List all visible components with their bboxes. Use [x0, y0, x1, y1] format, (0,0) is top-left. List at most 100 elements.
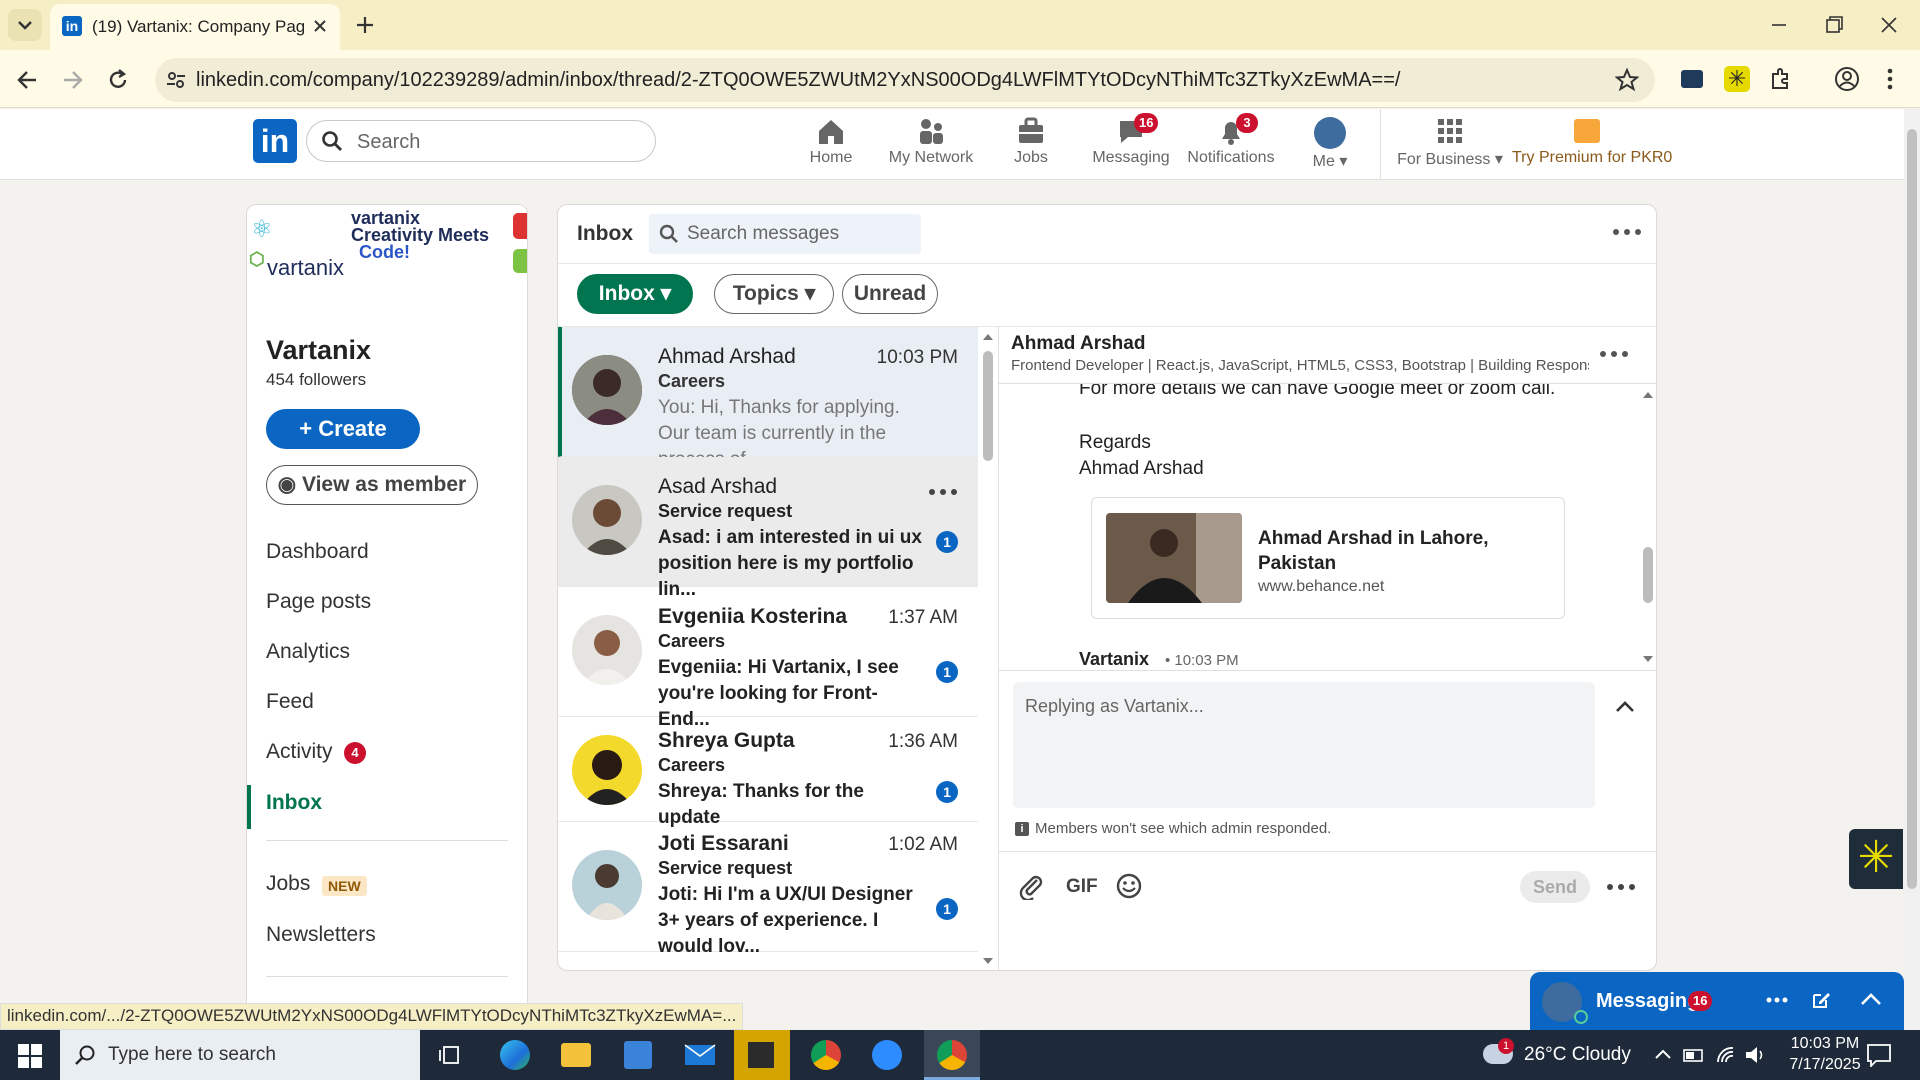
reload-icon[interactable] [105, 67, 131, 93]
zoom-app-icon[interactable] [872, 1040, 902, 1070]
notification-center-icon[interactable] [1866, 1043, 1892, 1067]
create-button[interactable]: + Create [266, 409, 420, 449]
wifi-icon[interactable] [1715, 1044, 1737, 1066]
new-tab-icon[interactable] [354, 14, 376, 36]
unread-filter-pill[interactable]: Unread [842, 274, 938, 314]
company-admin-card: ⚛ ⬡ vartanix Creativity Meets Code! vart… [246, 204, 528, 1024]
floating-spark-widget-icon[interactable]: ✳ [1849, 829, 1903, 889]
list-scrollbar-thumb[interactable] [983, 351, 993, 461]
task-view-icon[interactable] [438, 1044, 462, 1066]
menu-activity[interactable]: Activity [266, 740, 333, 764]
chevron-up-icon[interactable] [1860, 992, 1882, 1006]
scroll-up-icon[interactable] [1642, 391, 1654, 399]
more-options-icon[interactable] [1612, 227, 1642, 237]
nav-my-network[interactable]: My Network [881, 117, 981, 167]
view-as-member-button[interactable]: ◉ View as member [266, 465, 478, 505]
avatar [572, 735, 642, 805]
url-text: linkedin.com/company/102239289/admin/inb… [196, 69, 1401, 91]
more-options-icon[interactable] [1599, 349, 1629, 359]
restore-icon[interactable] [1823, 14, 1845, 36]
topics-filter-pill[interactable]: Topics ▾ [714, 274, 834, 314]
more-options-icon[interactable] [1606, 882, 1636, 892]
menu-inbox[interactable]: Inbox [266, 791, 322, 815]
bookmark-star-icon[interactable] [1615, 68, 1639, 92]
store-app-icon[interactable] [624, 1041, 652, 1069]
taskbar-search-box[interactable]: Type here to search [60, 1030, 420, 1080]
conversation-item[interactable]: Asad Arshad Service request Asad: i am i… [558, 457, 978, 600]
more-options-icon[interactable] [1766, 996, 1788, 1004]
conversation-item[interactable]: Evgeniia Kosterina 1:37 AM Careers Evgen… [558, 587, 978, 730]
conversation-item[interactable]: Shreya Gupta 1:36 AM Careers Shreya: Tha… [558, 717, 978, 828]
menu-newsletters[interactable]: Newsletters [266, 923, 376, 947]
nav-home[interactable]: Home [781, 117, 881, 167]
inbox-filter-pill[interactable]: Inbox ▾ [577, 274, 693, 314]
conversation-item[interactable]: Ahmad Arshad 10:03 PM Careers You: Hi, T… [558, 327, 978, 470]
menu-feed[interactable]: Feed [266, 690, 314, 714]
weather-text[interactable]: 26°C Cloudy [1524, 1044, 1631, 1066]
nav-jobs[interactable]: Jobs [981, 117, 1081, 167]
page-scrollbar[interactable] [1904, 109, 1920, 1030]
scroll-up-icon[interactable] [982, 333, 994, 341]
message-text: For more details we can have Google meet… [1079, 384, 1556, 399]
browser-menu-icon[interactable] [1884, 66, 1896, 92]
site-settings-icon[interactable] [165, 69, 187, 91]
tray-chevron-up-icon[interactable] [1654, 1048, 1672, 1060]
nav-notifications[interactable]: Notifications 3 [1181, 113, 1281, 167]
eye-icon: ◉ [277, 473, 297, 496]
emoji-icon[interactable] [1115, 872, 1143, 900]
compose-icon[interactable] [1810, 989, 1832, 1011]
nav-premium[interactable]: Try Premium for PKR0 [1512, 117, 1672, 167]
menu-page-posts[interactable]: Page posts [266, 590, 371, 614]
reply-textarea[interactable]: Replying as Vartanix... [1013, 682, 1595, 808]
extension-spark-icon[interactable]: ✳ [1724, 66, 1750, 92]
gif-button[interactable]: GIF [1066, 876, 1098, 898]
volume-icon[interactable] [1744, 1044, 1768, 1066]
battery-icon[interactable] [1683, 1045, 1705, 1065]
browser-tab-active[interactable]: in (19) Vartanix: Company Page Ac [50, 4, 340, 50]
more-options-icon[interactable] [928, 487, 958, 497]
global-search-input[interactable]: Search [306, 120, 656, 162]
scroll-down-icon[interactable] [982, 957, 994, 965]
chrome-app-icon[interactable] [811, 1040, 841, 1070]
minimize-icon[interactable] [1768, 14, 1790, 36]
nav-me[interactable]: Me ▾ [1280, 117, 1380, 171]
chevron-down-icon [18, 21, 32, 30]
forward-icon[interactable] [60, 67, 86, 93]
search-messages-input[interactable]: Search messages [649, 214, 921, 254]
message-sender[interactable]: Vartanix [1079, 649, 1149, 669]
sticky-notes-app[interactable] [734, 1030, 790, 1080]
nav-for-business[interactable]: For Business ▾ [1395, 117, 1505, 169]
messaging-widget[interactable]: Messaging 16 [1530, 972, 1904, 1030]
conversation-item[interactable]: Joti Essarani 1:02 AM Service request Jo… [558, 822, 978, 957]
back-icon[interactable] [14, 67, 40, 93]
thread-participant-name[interactable]: Ahmad Arshad [1011, 333, 1145, 355]
linkedin-logo-icon[interactable]: in [253, 119, 297, 163]
extensions-puzzle-icon[interactable] [1768, 66, 1794, 92]
menu-dashboard[interactable]: Dashboard [266, 540, 369, 564]
thread-scrollbar-thumb[interactable] [1643, 547, 1653, 603]
windows-start-icon[interactable] [18, 1044, 42, 1068]
edge-app-icon[interactable] [500, 1040, 530, 1070]
close-window-icon[interactable] [1878, 14, 1900, 36]
menu-analytics[interactable]: Analytics [266, 640, 350, 664]
nav-messaging[interactable]: Messaging 16 [1081, 113, 1181, 167]
menu-jobs[interactable]: Jobs [266, 872, 310, 896]
extension-folder-icon[interactable] [1681, 70, 1703, 88]
clock-date: 7/17/2025 [1789, 1056, 1861, 1073]
thread-scrollbar[interactable] [1641, 387, 1655, 667]
page-scrollbar-thumb[interactable] [1907, 129, 1917, 889]
paperclip-icon[interactable] [1017, 872, 1045, 900]
close-tab-icon[interactable] [312, 18, 328, 34]
tab-search-button[interactable] [8, 9, 42, 41]
chrome-active-app[interactable] [924, 1030, 980, 1080]
mail-app-icon[interactable] [684, 1044, 716, 1066]
profile-icon[interactable] [1834, 66, 1860, 92]
scroll-down-icon[interactable] [1642, 655, 1654, 663]
taskbar-clock[interactable]: 10:03 PM 7/17/2025 [1780, 1033, 1870, 1075]
link-preview-card[interactable]: Ahmad Arshad in Lahore, Pakistan www.beh… [1091, 497, 1565, 619]
file-explorer-app-icon[interactable] [561, 1043, 591, 1067]
chevron-up-icon[interactable] [1615, 701, 1635, 713]
address-bar[interactable]: linkedin.com/company/102239289/admin/inb… [155, 58, 1655, 102]
send-button[interactable]: Send [1520, 871, 1590, 903]
conversation-list-scrollbar[interactable] [980, 327, 996, 967]
